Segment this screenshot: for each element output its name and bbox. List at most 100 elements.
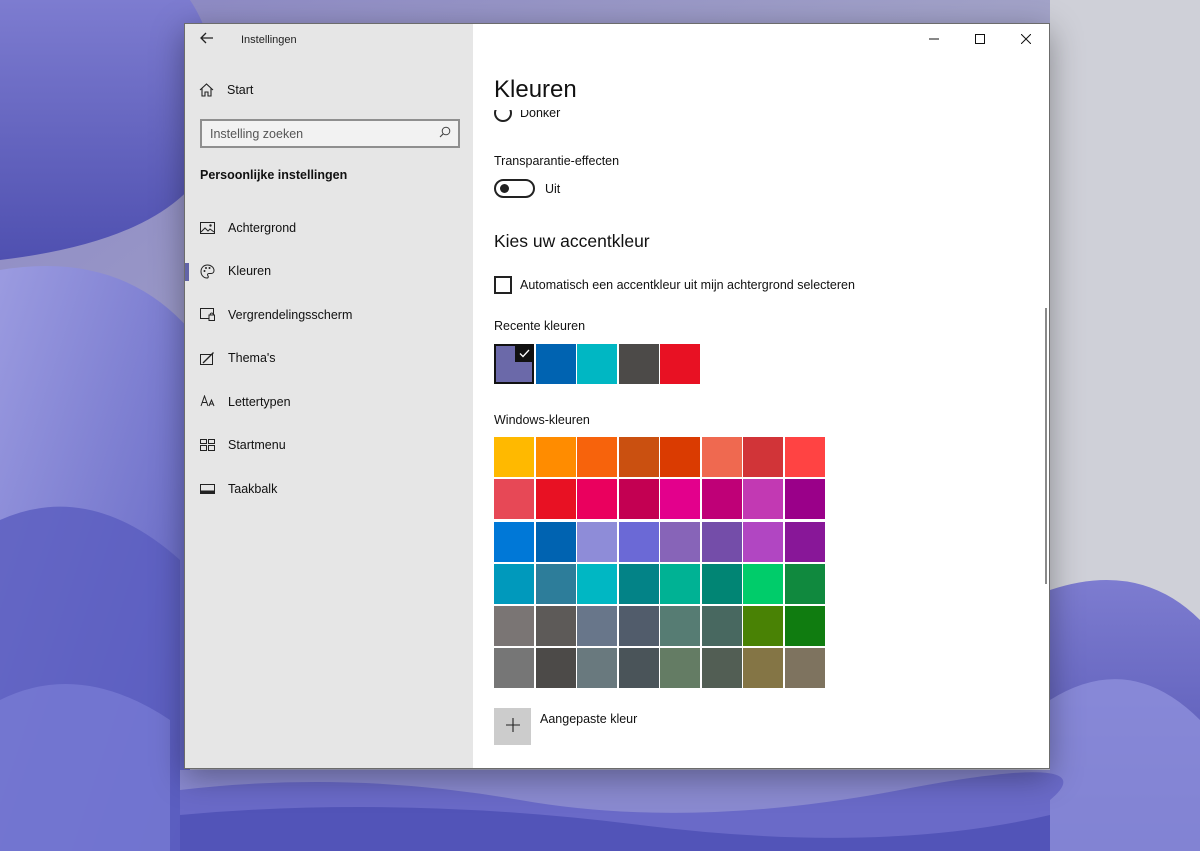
sidebar-item-label: Taakbalk [228, 481, 278, 496]
recent-color-swatch[interactable] [494, 344, 534, 384]
windows-color-swatch[interactable] [577, 479, 617, 520]
windows-color-swatch[interactable] [618, 563, 659, 604]
custom-color-row[interactable]: Aangepaste kleur [494, 708, 637, 745]
windows-color-swatch[interactable] [660, 606, 700, 647]
windows-color-swatch[interactable] [701, 606, 742, 647]
windows-color-swatch[interactable] [701, 563, 742, 604]
windows-color-swatch[interactable] [743, 563, 783, 604]
back-button[interactable] [185, 24, 229, 56]
windows-color-swatch[interactable] [784, 648, 825, 689]
recent-color-swatch[interactable] [535, 344, 576, 384]
sidebar-item-themas[interactable]: Thema's [185, 337, 473, 381]
windows-color-swatch[interactable] [743, 648, 783, 689]
windows-color-swatch[interactable] [784, 479, 825, 520]
radio-label: Donker [520, 110, 561, 120]
windows-color-swatch[interactable] [494, 606, 534, 647]
sidebar-item-label: Thema's [228, 351, 276, 366]
windows-color-swatch[interactable] [618, 479, 659, 520]
main-content: Kleuren Donker Transparantie-effecten Ui… [473, 24, 1049, 768]
radio-button[interactable] [494, 110, 512, 122]
auto-accent-row[interactable]: Automatisch een accentkleur uit mijn ach… [494, 276, 855, 294]
sidebar-item-taakbalk[interactable]: Taakbalk [185, 467, 473, 511]
transparency-toggle[interactable] [494, 179, 535, 198]
windows-color-swatch[interactable] [618, 606, 659, 647]
windows-color-swatch[interactable] [784, 437, 825, 477]
search-icon[interactable] [439, 125, 451, 143]
sidebar-item-kleuren[interactable]: Kleuren [185, 250, 473, 294]
windows-color-swatch[interactable] [743, 521, 783, 562]
recent-color-swatch[interactable] [577, 344, 617, 384]
home-icon [199, 83, 215, 97]
close-button[interactable] [1003, 24, 1049, 56]
search-input[interactable] [210, 126, 410, 141]
windows-color-swatch[interactable] [618, 437, 659, 477]
radio-donker[interactable]: Donker [494, 110, 560, 122]
windows-color-swatch[interactable] [618, 648, 659, 689]
windows-color-swatch[interactable] [494, 437, 534, 477]
windows-color-swatch[interactable] [743, 479, 783, 520]
taskbar-icon [200, 483, 216, 494]
windows-color-swatch[interactable] [535, 648, 576, 689]
nav-home-label: Start [227, 83, 254, 97]
windows-color-swatch[interactable] [743, 437, 783, 477]
windows-color-swatch[interactable] [660, 479, 700, 520]
windows-color-swatch[interactable] [577, 521, 617, 562]
maximize-icon [975, 31, 985, 49]
windows-color-swatch[interactable] [660, 563, 700, 604]
windows-color-swatch[interactable] [535, 563, 576, 604]
windows-color-swatch[interactable] [494, 563, 534, 604]
minimize-button[interactable] [911, 24, 957, 56]
sidebar-item-label: Kleuren [228, 264, 272, 279]
search-box[interactable] [200, 119, 460, 148]
recent-colors [494, 344, 702, 384]
checkmark-icon [515, 344, 534, 362]
windows-color-swatch[interactable] [701, 648, 742, 689]
windows-color-swatch[interactable] [494, 648, 534, 689]
arrow-left-icon [200, 31, 214, 49]
transparency-label: Transparantie-effecten [494, 154, 620, 168]
windows-color-swatch[interactable] [535, 521, 576, 562]
page-title: Kleuren [494, 76, 577, 103]
windows-color-swatch[interactable] [577, 563, 617, 604]
titlebar: Instellingen [185, 24, 473, 56]
windows-color-swatch[interactable] [784, 606, 825, 647]
custom-color-button[interactable] [494, 708, 531, 745]
sidebar-item-achtergrond[interactable]: Achtergrond [185, 206, 473, 250]
nav-home[interactable]: Start [199, 80, 253, 100]
windows-color-swatch[interactable] [660, 437, 700, 477]
windows-color-swatch[interactable] [701, 479, 742, 520]
windows-color-swatch[interactable] [577, 437, 617, 477]
auto-accent-label: Automatisch een accentkleur uit mijn ach… [520, 278, 855, 292]
custom-color-label: Aangepaste kleur [540, 712, 638, 726]
theme-brush-icon [200, 351, 216, 365]
windows-color-swatch[interactable] [660, 521, 700, 562]
windows-color-swatch[interactable] [494, 479, 534, 520]
recent-color-swatch[interactable] [660, 344, 700, 384]
windows-color-swatch[interactable] [577, 648, 617, 689]
windows-color-swatch[interactable] [701, 521, 742, 562]
lock-screen-icon [200, 308, 216, 322]
windows-color-swatch[interactable] [743, 606, 783, 647]
settings-window: Instellingen Start Persoonlijke instelli… [184, 23, 1050, 769]
sidebar-item-lettertypen[interactable]: Lettertypen [185, 380, 473, 424]
windows-color-swatch[interactable] [784, 521, 825, 562]
nav-list: Achtergrond Kleuren Vergrendelingsscherm… [185, 206, 473, 511]
windows-color-swatch[interactable] [494, 521, 534, 562]
windows-color-swatch[interactable] [535, 606, 576, 647]
windows-color-swatch[interactable] [660, 648, 700, 689]
windows-color-swatch[interactable] [701, 437, 742, 477]
maximize-button[interactable] [957, 24, 1003, 56]
sidebar-item-label: Startmenu [228, 438, 286, 453]
windows-color-swatch[interactable] [784, 563, 825, 604]
auto-accent-checkbox[interactable] [494, 276, 512, 294]
sidebar-item-vergrendelingsscherm[interactable]: Vergrendelingsscherm [185, 293, 473, 337]
windows-color-swatch[interactable] [618, 521, 659, 562]
sidebar-item-startmenu[interactable]: Startmenu [185, 424, 473, 468]
windows-color-swatch[interactable] [535, 437, 576, 477]
palette-icon [200, 264, 216, 279]
scrollbar[interactable] [1045, 308, 1047, 584]
accent-heading: Kies uw accentkleur [494, 231, 650, 251]
windows-color-swatch[interactable] [535, 479, 576, 520]
recent-color-swatch[interactable] [618, 344, 659, 384]
windows-color-swatch[interactable] [577, 606, 617, 647]
